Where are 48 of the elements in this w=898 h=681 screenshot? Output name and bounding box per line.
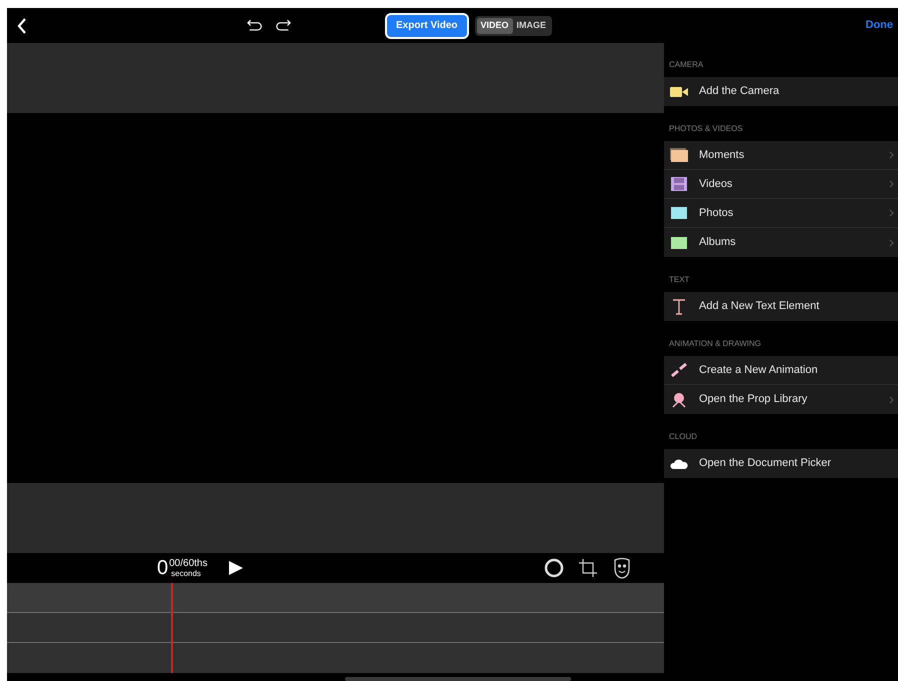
menu-item-label: Videos — [699, 176, 734, 192]
folder-icon — [670, 148, 688, 162]
menu-item-label: Photos — [699, 206, 734, 221]
section-header: PHOTOS & VIDEOS — [669, 123, 743, 135]
section-header: CLOUD — [669, 431, 698, 443]
menu-item-label: Open the Document Picker — [699, 456, 832, 472]
done-button[interactable]: Done — [866, 17, 893, 34]
play-button[interactable] — [228, 560, 244, 576]
film-strip-icon — [670, 177, 688, 191]
menu-item-label: Add a New Text Element — [699, 299, 820, 314]
menu-item[interactable]: Albums — [664, 228, 898, 257]
menu-item-label: Moments — [699, 148, 746, 163]
export-video-button[interactable]: Export Video — [385, 12, 468, 38]
menu-item-label: Add the Camera — [699, 84, 780, 100]
menu-item[interactable]: Videos — [664, 170, 898, 199]
text-icon — [670, 298, 688, 316]
time-seconds: 0 — [157, 558, 168, 578]
chevron-icon — [889, 209, 894, 217]
menu-item[interactable]: Open the Document Picker — [664, 449, 898, 478]
section-header: CAMERA — [669, 59, 704, 71]
menu-item[interactable]: Photos — [664, 199, 898, 228]
chevron-icon — [889, 180, 894, 188]
menu-item-label: Open the Prop Library — [699, 392, 808, 408]
time-unit: seconds — [171, 569, 202, 578]
video-camera-icon — [670, 84, 688, 98]
crop-button[interactable] — [578, 558, 598, 578]
menu-item[interactable]: Add a New Text Element — [664, 292, 898, 321]
menu-item-label: Create a New Animation — [699, 362, 819, 378]
figure-icon — [670, 390, 688, 408]
chevron-icon — [889, 396, 894, 404]
album-icon — [670, 236, 688, 250]
cloud-icon — [670, 456, 688, 470]
mode-tab[interactable]: VIDEO — [476, 18, 513, 34]
time-fraction: 00/60ths — [169, 558, 208, 569]
mode-tab[interactable]: IMAGE — [512, 18, 550, 34]
record-button[interactable] — [544, 558, 564, 578]
menu-item[interactable]: Create a New Animation — [664, 356, 898, 385]
menu-item[interactable]: Moments — [664, 141, 898, 170]
brush-icon — [670, 362, 688, 378]
chevron-icon — [889, 238, 894, 246]
chevron-icon — [889, 151, 894, 159]
mask-button[interactable] — [612, 557, 630, 579]
section-header: ANIMATION & DRAWING — [669, 338, 761, 350]
menu-item[interactable]: Open the Prop Library — [664, 385, 898, 414]
menu-item[interactable]: Add the Camera — [664, 77, 898, 106]
menu-item-label: Albums — [699, 235, 737, 250]
photo-icon — [670, 206, 688, 220]
section-header: TEXT — [669, 274, 690, 286]
